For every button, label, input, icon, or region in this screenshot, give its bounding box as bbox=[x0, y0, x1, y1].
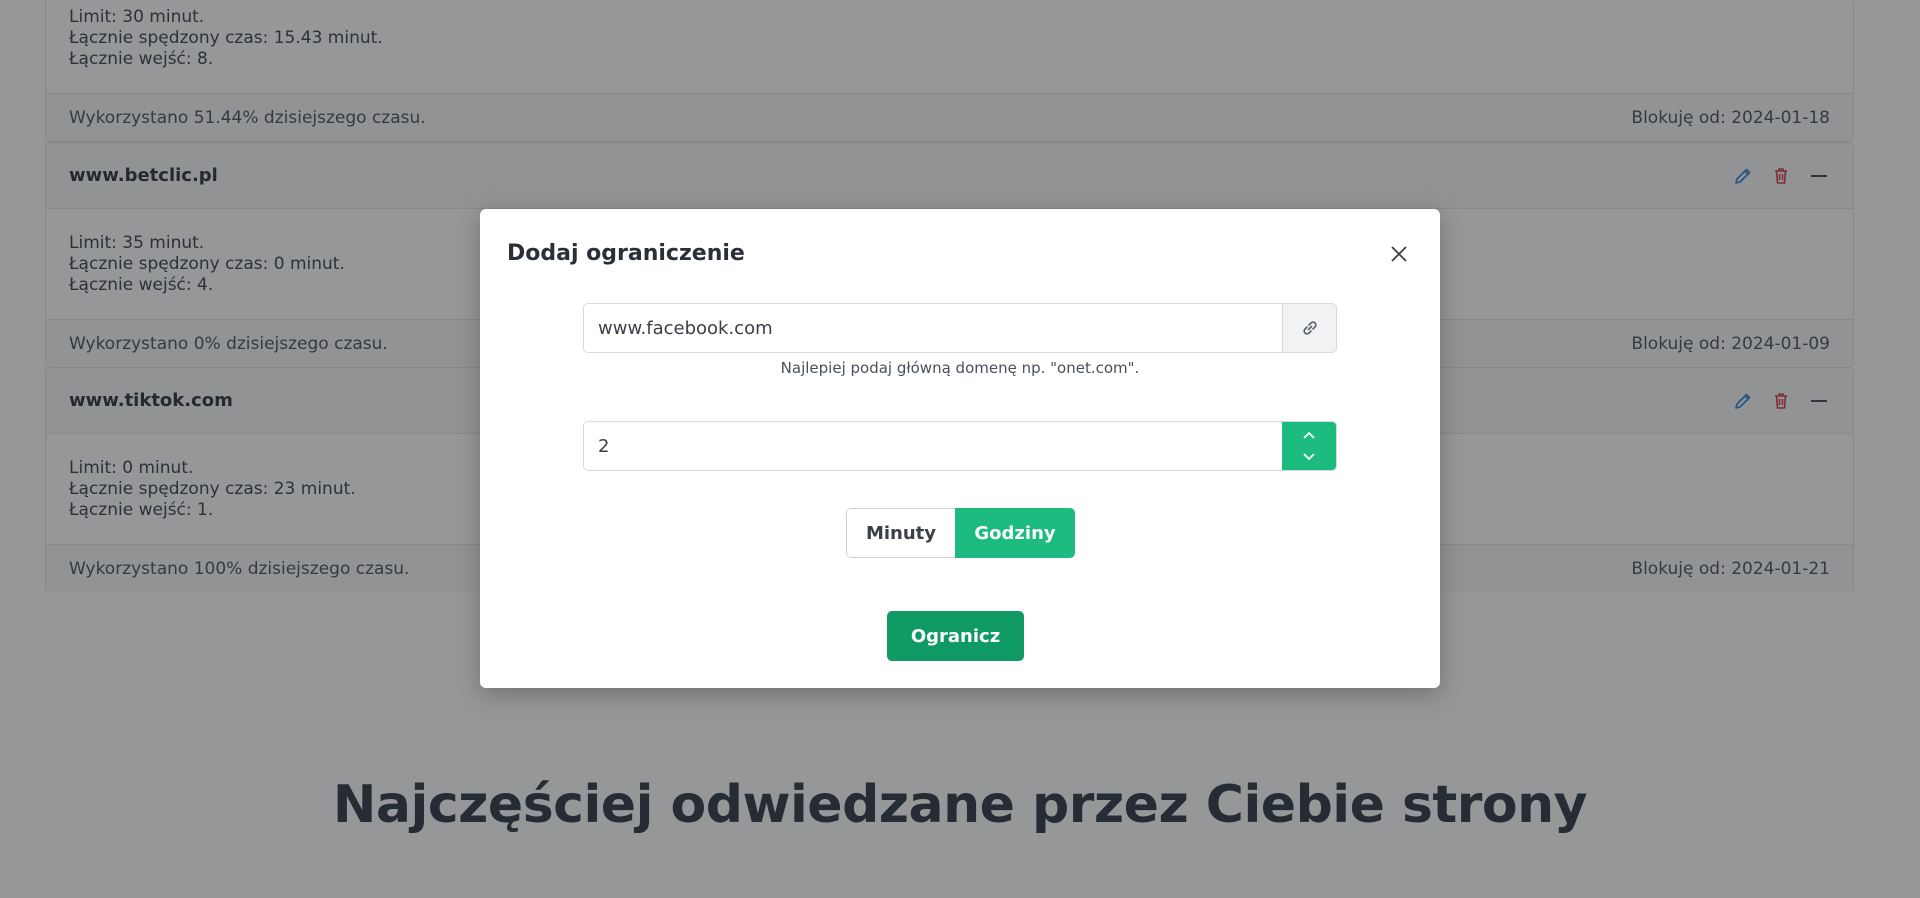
chevron-up-icon[interactable] bbox=[1302, 428, 1316, 442]
url-input-group bbox=[583, 303, 1337, 353]
amount-input-group bbox=[583, 421, 1337, 471]
close-icon[interactable] bbox=[1388, 243, 1410, 265]
link-icon bbox=[1282, 304, 1336, 352]
modal-title: Dodaj ograniczenie bbox=[507, 241, 745, 266]
chevron-down-icon[interactable] bbox=[1302, 450, 1316, 464]
url-input[interactable] bbox=[584, 304, 1282, 352]
unit-minutes-button[interactable]: Minuty bbox=[846, 508, 955, 558]
limit-submit-button[interactable]: Ogranicz bbox=[887, 611, 1024, 661]
add-limit-modal: Dodaj ograniczenie Najlepiej podaj główn… bbox=[480, 209, 1440, 688]
unit-hours-button[interactable]: Godziny bbox=[955, 508, 1075, 558]
unit-toggle: Minuty Godziny bbox=[846, 508, 1075, 558]
amount-input[interactable] bbox=[584, 422, 1282, 470]
url-help-text: Najlepiej podaj główną domenę np. "onet.… bbox=[780, 359, 1140, 377]
amount-stepper bbox=[1282, 422, 1336, 470]
